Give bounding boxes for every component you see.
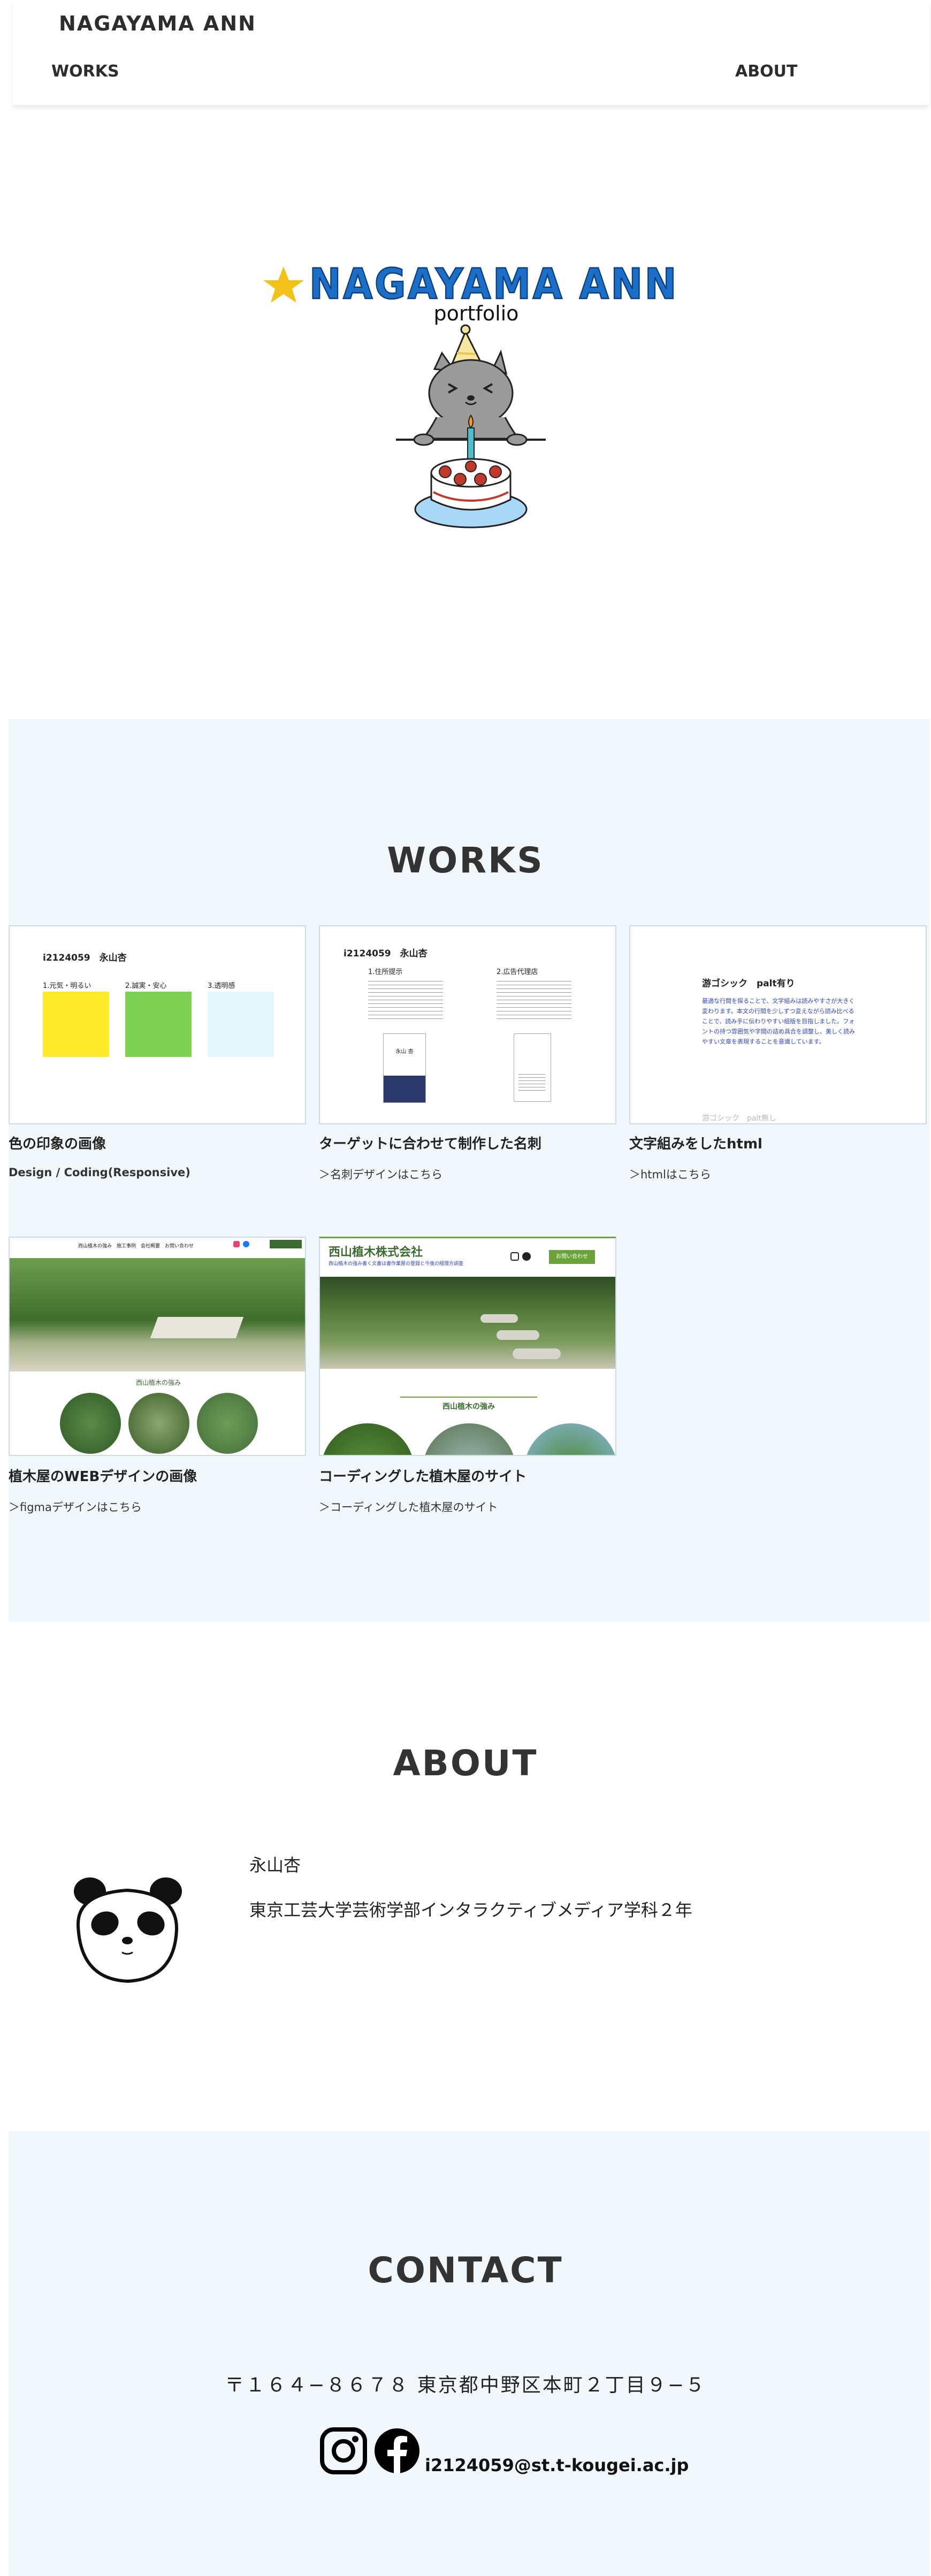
color-swatch [43, 992, 109, 1057]
work-thumb-garden-web-design[interactable]: 西山植木の強み 施工事例 会社概要 お問い合わせ 西山植木の強み [9, 1237, 306, 1456]
thumb-button: お問い合わせ [549, 1250, 595, 1264]
contact-address: 〒１６４−８６７８ 東京都中野区本町２丁目９−５ [225, 2374, 706, 2396]
color-swatch [125, 992, 192, 1057]
work-title: 色の印象の画像 [9, 1136, 106, 1152]
work-title: ターゲットに合わせて制作した名刺 [319, 1136, 542, 1152]
photo-circle [423, 1423, 516, 1455]
instagram-icon [233, 1241, 240, 1247]
thumb-tagline: 西山植木の強み書く文書は書作業屋の登録と今後の経理方調査 [329, 1261, 464, 1267]
instagram-icon[interactable] [319, 2426, 368, 2475]
thumb-label: 2.広告代理店 [497, 968, 538, 976]
contact-email[interactable]: i2124059@st.t-kougei.ac.jp [425, 2455, 689, 2475]
work-link[interactable]: Design / Coding(Responsive) [9, 1166, 190, 1179]
facebook-icon [243, 1241, 249, 1247]
thumb-label: 2.誠実・安心 [125, 982, 167, 990]
card-mock: 永山 杏 [383, 1033, 426, 1103]
about-department: 東京工芸大学芸術学部インタラクティブメディア学科２年 [249, 1900, 692, 1920]
divider [400, 1397, 537, 1398]
work-thumb-color-impression[interactable]: i2124059 永山杏 1.元気・明るい 2.誠実・安心 3.透明感 [9, 925, 306, 1124]
thumb-heading: i2124059 永山杏 [344, 948, 428, 959]
photo-circle [524, 1423, 615, 1455]
work-link[interactable]: ＞コーディングした植木屋のサイト [319, 1499, 498, 1515]
photo-circle [128, 1393, 189, 1454]
thumb-body: 最適な行間を探ることで、文字組みは読みやすさが大きく変わります。本文の行間を少し… [702, 998, 855, 1045]
garden-photo [320, 1277, 615, 1369]
panda-avatar [74, 1877, 182, 1983]
photo-circle [197, 1393, 258, 1454]
work-title: 植木屋のWEBデザインの画像 [9, 1469, 197, 1485]
work-title: 文字組みをしたhtml [629, 1136, 762, 1152]
work-thumb-garden-coded-site[interactable]: 西山植木株式会社 西山植木の強み書く文書は書作業屋の登録と今後の経理方調査 お問… [319, 1237, 616, 1456]
work-thumb-business-card[interactable]: i2124059 永山杏 1.住所提示 2.広告代理店 永山 杏 [319, 925, 616, 1124]
photo-circle [321, 1423, 414, 1455]
thumb-label: 3.透明感 [208, 982, 235, 990]
nav-works-link[interactable]: WORKS [51, 62, 119, 81]
star-icon [263, 266, 304, 303]
thumb-heading: i2124059 永山杏 [43, 953, 127, 963]
thumb-section: 西山植木の強み [442, 1402, 495, 1411]
photo-circle [60, 1393, 121, 1454]
garden-photo [10, 1258, 305, 1371]
nav-about-link[interactable]: ABOUT [735, 62, 797, 81]
facebook-icon [522, 1252, 531, 1261]
contact-title: CONTACT [368, 2250, 563, 2291]
thumb-label: 1.住所提示 [368, 968, 403, 976]
thumb-company: 西山植木株式会社 [329, 1245, 423, 1259]
facebook-icon[interactable] [372, 2426, 422, 2475]
work-link[interactable]: ＞htmlはこちら [629, 1166, 711, 1182]
work-link[interactable]: ＞figmaデザインはこちら [9, 1499, 142, 1515]
cat-with-cake-illustration [396, 324, 546, 528]
card-mock [514, 1033, 551, 1102]
thumb-label: 1.元気・明るい [43, 982, 91, 990]
contact-button-mock [270, 1240, 302, 1248]
thumb-heading: 游ゴシック palt有り [702, 978, 795, 989]
work-thumb-typography[interactable]: 游ゴシック palt有り 最適な行間を探ることで、文字組みは読みやすさが大きく変… [629, 925, 927, 1124]
brand-logo[interactable]: NAGAYAMA ANN [59, 12, 256, 35]
thumb-section: 西山植木の強み [135, 1379, 181, 1386]
about-name: 永山杏 [249, 1855, 301, 1875]
color-swatch [208, 992, 274, 1057]
site-header: NAGAYAMA ANN WORKS ABOUT [13, 0, 929, 105]
thumb-footer: 游ゴシック palt無し [702, 1114, 776, 1123]
text-block [497, 978, 571, 1021]
thumb-nav: 西山植木の強み 施工事例 会社概要 お問い合わせ [78, 1244, 194, 1249]
work-title: コーディングした植木屋のサイト [319, 1469, 527, 1485]
contact-section [9, 2131, 930, 2576]
about-title: ABOUT [393, 1743, 538, 1784]
text-block [368, 978, 443, 1021]
works-title: WORKS [387, 840, 544, 881]
work-link[interactable]: ＞名刺デザインはこちら [319, 1166, 442, 1182]
instagram-icon [510, 1252, 519, 1261]
